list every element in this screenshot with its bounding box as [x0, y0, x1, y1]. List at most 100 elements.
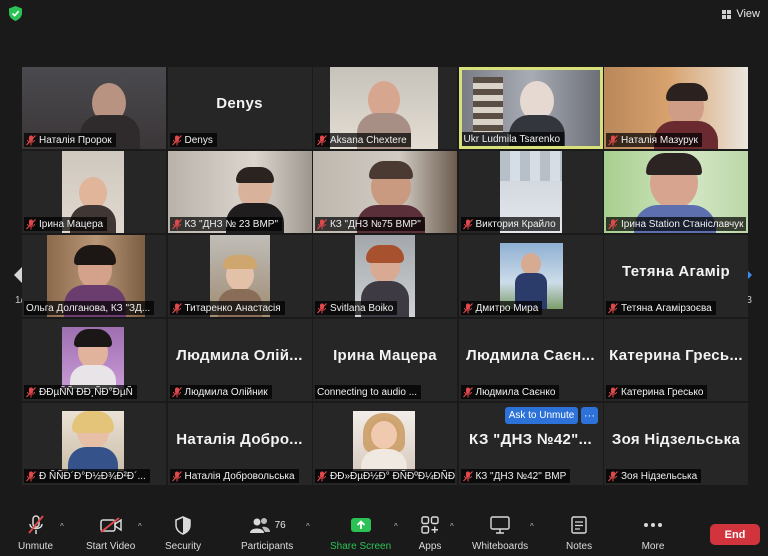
- participant-display-name: Наталія Добро...: [176, 431, 303, 448]
- participant-tile-active-speaker[interactable]: Ukr Ludmila Tsarenko: [458, 67, 603, 149]
- participant-name: Титаренко Анастасія: [184, 302, 281, 314]
- person-body: [68, 447, 118, 471]
- video-options-caret-icon[interactable]: ^: [138, 522, 142, 531]
- participant-tile[interactable]: Наталія Добро... Наталія Добровольська: [167, 403, 312, 485]
- person-hair: [235, 167, 274, 183]
- participant-name-label: Зоя Нідзельська: [606, 469, 702, 483]
- participant-tile[interactable]: Ірина Мацера: [22, 151, 166, 233]
- unmute-button[interactable]: Unmute: [18, 514, 53, 552]
- view-button[interactable]: View: [722, 5, 760, 23]
- muted-mic-icon: [608, 218, 618, 229]
- participant-name: Людмила Саєнко: [475, 386, 556, 398]
- participant-tile[interactable]: ÐÐ»ÐµÐ½Ð° ÐÑÐºÐ¼ÐÑÐ...: [313, 403, 457, 485]
- participant-tile[interactable]: Виктория Крайло: [458, 151, 603, 233]
- participant-display-name: Катерина Гресь...: [609, 347, 743, 364]
- shield-icon: [171, 514, 195, 536]
- participant-name: Ірина Мацера: [39, 218, 104, 230]
- participant-name: Зоя Нідзельська: [621, 470, 698, 482]
- security-shield-icon[interactable]: [9, 6, 22, 21]
- video-off-icon: [99, 514, 123, 536]
- participant-tile[interactable]: ÐÐµÑÑ ÐÐ¸ÑÐ°ÐµÑ: [22, 319, 166, 401]
- audio-options-caret-icon[interactable]: ^: [60, 522, 64, 531]
- participant-name: Катерина Гресько: [621, 386, 704, 398]
- muted-mic-icon: [24, 514, 48, 536]
- participant-name: Ірина Station Станіславчук: [621, 218, 744, 230]
- muted-mic-icon: [171, 134, 182, 145]
- apps-options-caret-icon[interactable]: ^: [450, 522, 454, 531]
- participant-tile[interactable]: Ірина Мацера Connecting to audio ...: [313, 319, 457, 401]
- participant-display-name: Людмила Олій...: [176, 347, 303, 364]
- participant-tile[interactable]: Людмила Олій... Людмила Олійник: [167, 319, 312, 401]
- participant-tile[interactable]: Ірина Station Станіславчук: [604, 151, 748, 233]
- muted-mic-icon: [462, 302, 473, 313]
- ask-to-unmute-button[interactable]: Ask to Unmute: [505, 407, 578, 424]
- participant-tile[interactable]: Тетяна Агамір Тетяна Агамірзоєва: [604, 235, 748, 317]
- connecting-audio-status: Connecting to audio ...: [317, 386, 418, 398]
- participant-tile[interactable]: Svitlana Boiko: [313, 235, 457, 317]
- participant-tile[interactable]: Зоя Нідзельська Зоя Нідзельська: [604, 403, 748, 485]
- start-video-label: Start Video: [86, 541, 136, 552]
- participant-tile[interactable]: Катерина Гресь... Катерина Гресько: [604, 319, 748, 401]
- participant-tile[interactable]: Aksana Chextere: [313, 67, 457, 149]
- muted-mic-icon: [608, 386, 618, 397]
- participant-display-name: Тетяна Агамір: [622, 263, 730, 280]
- start-video-button[interactable]: Start Video: [86, 514, 135, 552]
- participants-options-caret-icon[interactable]: ^: [306, 522, 310, 531]
- person-silhouette: [520, 253, 541, 275]
- participant-tile[interactable]: Denys Denys: [167, 67, 312, 149]
- participant-tile[interactable]: Ð ÑÑÐ´Ð°Ð½Ð¾Ð²Ð´...: [22, 403, 166, 485]
- participant-tile[interactable]: Ольга Долганова, КЗ "ЗД...: [22, 235, 166, 317]
- share-screen-button[interactable]: Share Screen: [330, 514, 391, 552]
- participant-tile[interactable]: КЗ "ДНЗ № 23 ВМР": [167, 151, 312, 233]
- muted-mic-icon: [171, 218, 182, 229]
- person-hair: [74, 329, 112, 347]
- participant-tile[interactable]: КЗ "ДНЗ №75 ВМР": [313, 151, 457, 233]
- participants-button[interactable]: 76 Participants: [241, 514, 293, 552]
- participant-tile[interactable]: Титаренко Анастасія: [167, 235, 312, 317]
- participant-tile[interactable]: Наталія Мазурук: [604, 67, 748, 149]
- apps-button[interactable]: Apps: [418, 514, 442, 552]
- whiteboards-options-caret-icon[interactable]: ^: [530, 522, 534, 531]
- person-hair: [369, 161, 413, 179]
- participant-name: ÐÐµÑÑ ÐÐ¸ÑÐ°ÐµÑ: [39, 386, 133, 398]
- participant-name: Наталія Мазурук: [621, 134, 698, 146]
- participant-display-name: Denys: [216, 95, 263, 112]
- tile-more-options-button[interactable]: ···: [581, 407, 598, 424]
- apps-icon: [418, 514, 442, 536]
- person-hair: [366, 245, 404, 263]
- meeting-toolbar: Unmute ^ Start Video ^ Security 76 Parti…: [0, 510, 768, 556]
- more-button[interactable]: More: [641, 514, 665, 552]
- participant-tile[interactable]: Наталія Пророк: [22, 67, 166, 149]
- muted-mic-icon: [462, 218, 473, 229]
- security-button[interactable]: Security: [165, 514, 201, 552]
- ceiling: [499, 151, 562, 181]
- participant-name: Наталія Добровольська: [184, 470, 295, 482]
- participant-display-name: Людмила Саєн...: [466, 347, 595, 364]
- participant-tile[interactable]: Людмила Саєн... Людмила Саєнко: [458, 319, 603, 401]
- muted-mic-icon: [26, 218, 36, 229]
- muted-mic-icon: [171, 386, 182, 397]
- end-meeting-button[interactable]: End: [710, 524, 760, 545]
- person-hair: [222, 255, 257, 269]
- person-hair: [646, 153, 702, 175]
- whiteboards-button[interactable]: Whiteboards: [472, 514, 528, 552]
- participant-name-label: Тетяна Агамірзоєва: [606, 301, 716, 315]
- unmute-label: Unmute: [18, 541, 54, 552]
- participant-name-label: Людмила Олійник: [169, 385, 272, 399]
- participant-name: Ð ÑÑÐ´Ð°Ð½Ð¾Ð²Ð´...: [39, 470, 146, 482]
- participant-name: Denys: [184, 134, 213, 146]
- participant-name-label: Ірина Мацера: [24, 217, 108, 231]
- person-hair: [666, 83, 708, 101]
- participant-name: Дмитро Мира: [475, 302, 539, 314]
- muted-mic-icon: [317, 218, 327, 229]
- person-hair: [74, 245, 116, 265]
- muted-mic-icon: [26, 134, 36, 145]
- muted-mic-icon: [171, 302, 182, 313]
- person-face: [371, 421, 397, 449]
- notes-button[interactable]: Notes: [566, 514, 592, 552]
- participant-name-label: Connecting to audio ...: [315, 385, 422, 399]
- top-bar: View: [0, 0, 768, 28]
- participant-tile[interactable]: Дмитро Мира: [458, 235, 603, 317]
- share-options-caret-icon[interactable]: ^: [394, 522, 398, 531]
- participants-label: Participants: [241, 541, 294, 552]
